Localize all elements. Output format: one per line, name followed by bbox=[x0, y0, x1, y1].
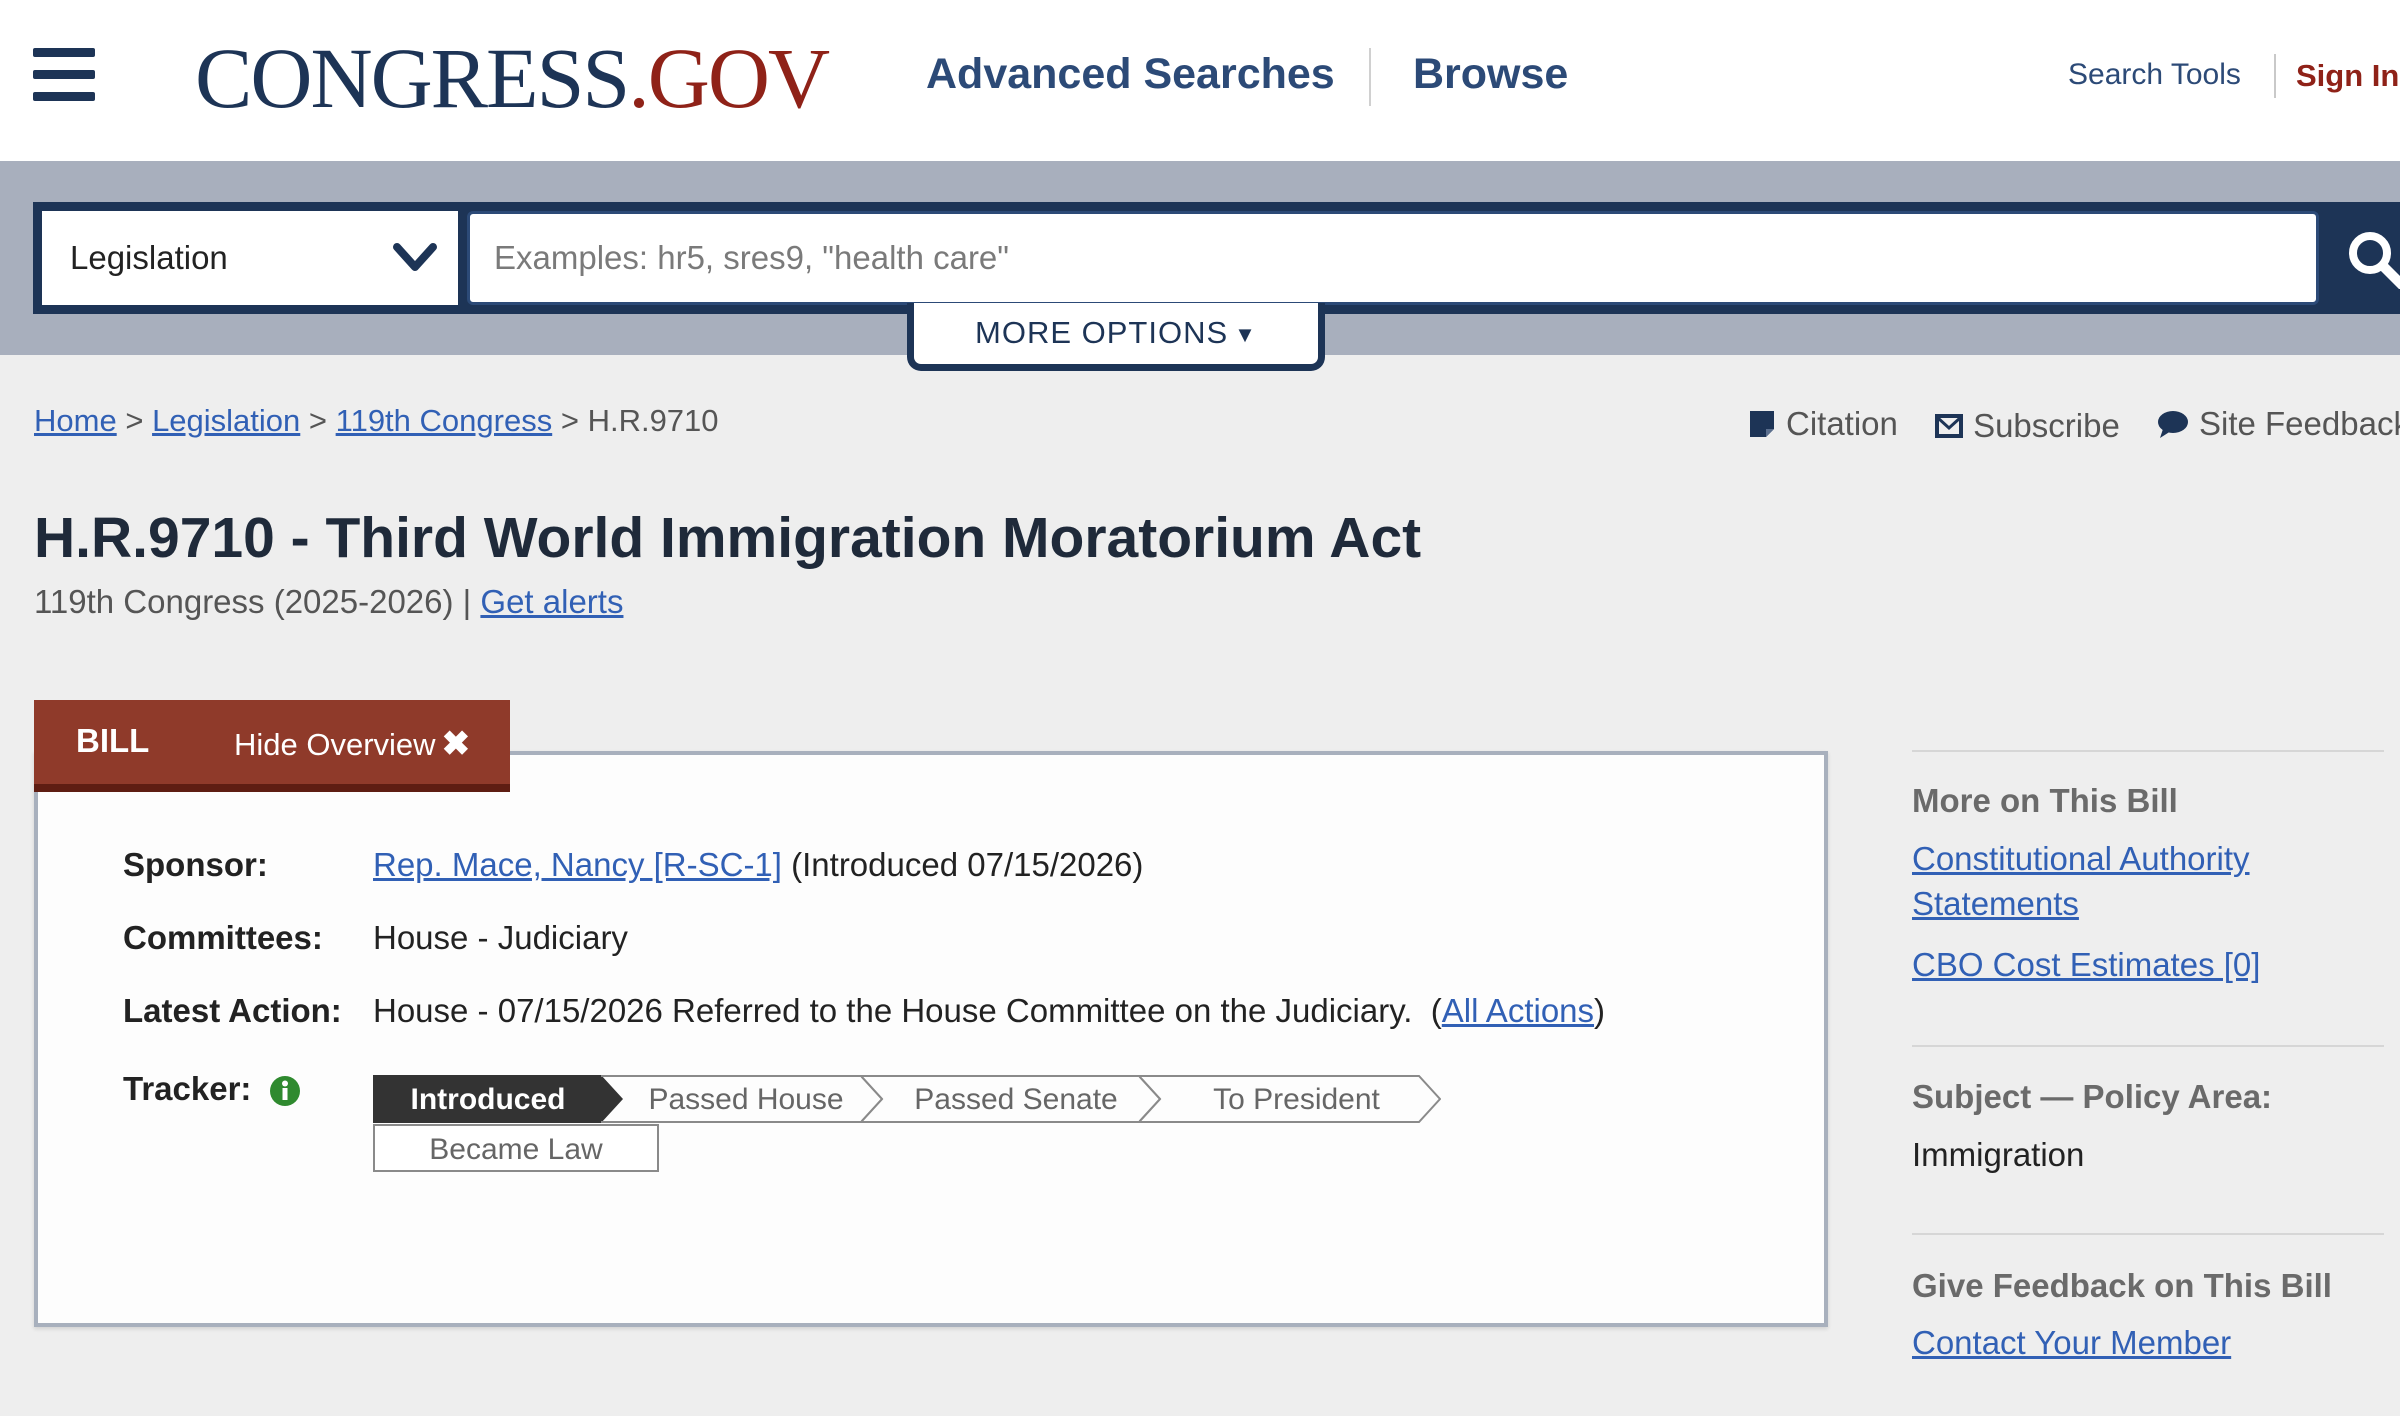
chevron-down-icon: ▼ bbox=[1234, 321, 1257, 347]
breadcrumb-separator: > bbox=[560, 403, 579, 438]
search-input[interactable] bbox=[467, 211, 2319, 305]
site-feedback-label: Site Feedback bbox=[2198, 405, 2400, 442]
tracker-step-became-law: Became Law bbox=[373, 1124, 659, 1172]
latest-action-text: House - 07/15/2026 Referred to the House… bbox=[373, 992, 1413, 1029]
breadcrumb-legislation[interactable]: Legislation bbox=[152, 403, 300, 438]
cbo-cost-estimates-link[interactable]: CBO Cost Estimates [0] bbox=[1912, 942, 2260, 987]
breadcrumb-separator: > bbox=[125, 403, 144, 438]
sidebar-divider bbox=[1912, 1233, 2384, 1235]
search-tools-link[interactable]: Search Tools bbox=[2068, 58, 2241, 92]
bill-tab-label: BILL bbox=[76, 722, 150, 759]
tracker-step-to-president: To President bbox=[1139, 1075, 1441, 1123]
subscribe-link[interactable]: Subscribe bbox=[1935, 407, 2120, 445]
tracker-label-group: Tracker: bbox=[123, 1070, 301, 1108]
chevron-down-icon bbox=[393, 243, 437, 271]
subscribe-label: Subscribe bbox=[1973, 407, 2120, 444]
contact-member-link[interactable]: Contact Your Member bbox=[1912, 1320, 2231, 1365]
hamburger-menu-icon[interactable] bbox=[33, 48, 95, 102]
sidebar-divider bbox=[1912, 750, 2384, 752]
nav-divider bbox=[1369, 48, 1371, 106]
tracker-step-passed-senate: Passed Senate bbox=[861, 1075, 1161, 1123]
tracker-label: Tracker: bbox=[123, 1070, 252, 1107]
subject-policy-heading: Subject — Policy Area: bbox=[1912, 1078, 2273, 1115]
hide-overview-button[interactable]: Hide Overview ✖ bbox=[234, 724, 470, 764]
sponsor-label: Sponsor: bbox=[123, 846, 268, 883]
speech-bubble-icon bbox=[2157, 411, 2188, 438]
more-on-bill-heading: More on This Bill bbox=[1912, 782, 2178, 819]
sign-in-link[interactable]: Sign In bbox=[2296, 58, 2399, 94]
tracker-step-passed-house: Passed House bbox=[601, 1075, 883, 1123]
bill-overview-panel bbox=[34, 751, 1828, 1327]
search-scope-select[interactable]: Legislation bbox=[42, 211, 458, 305]
get-alerts-link[interactable]: Get alerts bbox=[480, 583, 623, 620]
logo-gov: GOV bbox=[647, 30, 830, 126]
breadcrumb-separator: > bbox=[308, 403, 328, 438]
breadcrumb-home[interactable]: Home bbox=[34, 403, 117, 438]
page-title: H.R.9710 - Third World Immigration Morat… bbox=[34, 506, 1422, 570]
nav-advanced-searches[interactable]: Advanced Searches bbox=[926, 50, 1335, 99]
committees-label: Committees: bbox=[123, 919, 323, 956]
info-icon[interactable] bbox=[269, 1075, 301, 1107]
sidebar-divider bbox=[1912, 1045, 2384, 1047]
search-scope-value: Legislation bbox=[70, 239, 228, 276]
breadcrumb: Home > Legislation > 119th Congress > H.… bbox=[34, 403, 719, 439]
site-logo[interactable]: CONGRESS.GOV bbox=[195, 28, 830, 128]
more-options-button[interactable]: MORE OPTIONS ▼ bbox=[907, 303, 1325, 371]
header-divider bbox=[2274, 54, 2276, 98]
latest-action-label: Latest Action: bbox=[123, 992, 342, 1029]
tracker-step-introduced: Introduced bbox=[373, 1075, 623, 1123]
close-icon: ✖ bbox=[441, 725, 471, 763]
breadcrumb-congress[interactable]: 119th Congress bbox=[336, 403, 553, 438]
committees-value: House - Judiciary bbox=[373, 919, 628, 956]
site-header: CONGRESS.GOV Advanced Searches Browse Se… bbox=[0, 0, 2400, 161]
subject-policy-value: Immigration bbox=[1912, 1136, 2085, 1173]
page-utilities: Citation Subscribe Site Feedback bbox=[1748, 405, 2400, 447]
search-button[interactable] bbox=[2328, 211, 2400, 305]
citation-label: Citation bbox=[1786, 405, 1898, 442]
sponsor-introduced: (Introduced 07/15/2026) bbox=[791, 846, 1144, 883]
constitutional-authority-link[interactable]: Constitutional Authority Statements bbox=[1912, 836, 2312, 926]
congress-subtitle: 119th Congress (2025-2026) | Get alerts bbox=[34, 583, 623, 621]
hide-overview-label: Hide Overview bbox=[234, 727, 436, 762]
site-feedback-link[interactable]: Site Feedback bbox=[2157, 405, 2400, 443]
search-icon bbox=[2349, 232, 2400, 289]
logo-dot: . bbox=[628, 30, 649, 126]
breadcrumb-current: H.R.9710 bbox=[587, 403, 719, 438]
latest-action-value: House - 07/15/2026 Referred to the House… bbox=[373, 992, 1606, 1029]
more-options-label: MORE OPTIONS bbox=[975, 315, 1229, 350]
citation-icon bbox=[1750, 411, 1774, 437]
give-feedback-heading: Give Feedback on This Bill bbox=[1912, 1267, 2332, 1304]
logo-main: CONGRESS bbox=[195, 30, 630, 126]
all-actions-link[interactable]: All Actions bbox=[1442, 992, 1594, 1029]
citation-link[interactable]: Citation bbox=[1748, 405, 1898, 443]
sponsor-link[interactable]: Rep. Mace, Nancy [R-SC-1] bbox=[373, 846, 782, 883]
nav-browse[interactable]: Browse bbox=[1413, 50, 1568, 99]
bill-tab-bar: BILL Hide Overview ✖ bbox=[34, 700, 510, 792]
congress-session: 119th Congress (2025-2026) | bbox=[34, 583, 472, 620]
envelope-icon bbox=[1935, 414, 1964, 438]
sponsor-value: Rep. Mace, Nancy [R-SC-1] (Introduced 07… bbox=[373, 846, 1143, 884]
